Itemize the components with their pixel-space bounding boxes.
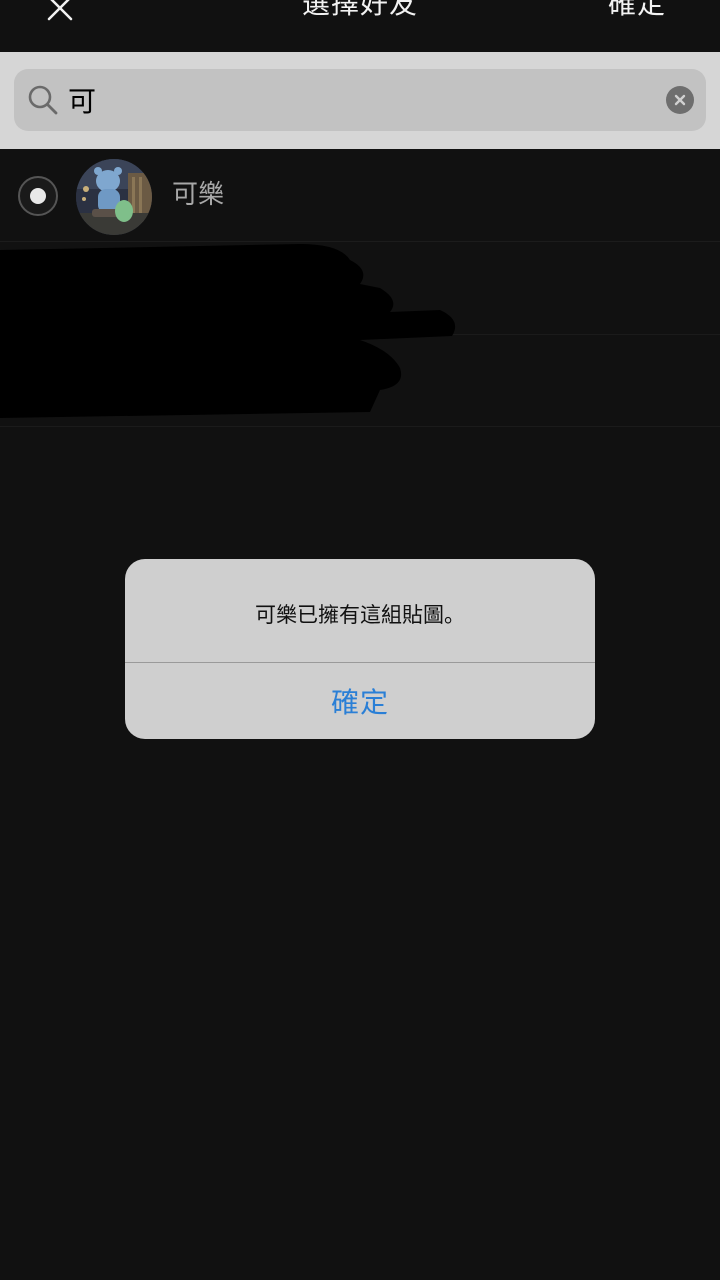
alert-confirm-button[interactable]: 確定 — [125, 663, 595, 739]
select-friends-screen: 選擇好友 確定 可 可樂 可樂已擁有這組貼圖。 確定 — [0, 0, 720, 1280]
alert-message: 可樂已擁有這組貼圖。 — [255, 602, 465, 627]
alert-dialog: 可樂已擁有這組貼圖。 確定 — [125, 559, 595, 739]
